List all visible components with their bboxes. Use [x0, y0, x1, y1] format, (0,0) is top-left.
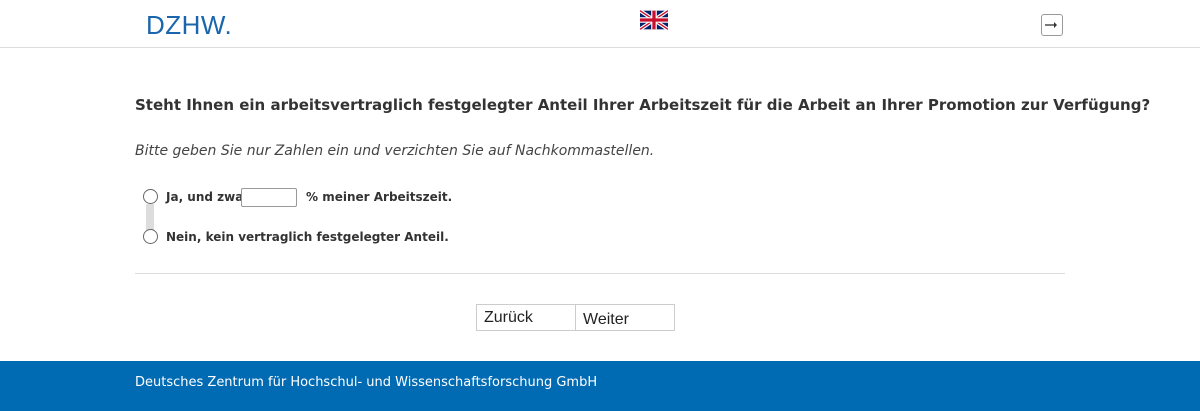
footer-text: Deutsches Zentrum für Hochschul- und Wis… — [135, 375, 598, 390]
question-title: Steht Ihnen ein arbeitsvertraglich festg… — [135, 96, 1151, 114]
option-yes-prefix: Ja, und zwar — [166, 190, 250, 204]
divider — [135, 273, 1065, 274]
dzhw-logo[interactable]: DZHW. — [146, 10, 232, 41]
footer: Deutsches Zentrum für Hochschul- und Wis… — [0, 361, 1200, 411]
logout-button[interactable] — [1041, 14, 1063, 36]
radio-yes[interactable] — [143, 189, 158, 204]
radio-no[interactable] — [143, 229, 158, 244]
question-hint: Bitte geben Sie nur Zahlen ein und verzi… — [135, 143, 655, 159]
percentage-input[interactable] — [241, 188, 297, 207]
back-button[interactable]: Zurück — [476, 304, 576, 331]
option-yes-suffix: % meiner Arbeitszeit. — [306, 190, 453, 204]
next-button[interactable]: Weiter — [575, 304, 675, 331]
uk-flag-icon[interactable] — [640, 10, 668, 30]
option-connector — [146, 204, 154, 230]
logout-icon — [1045, 22, 1057, 28]
header: DZHW. — [0, 0, 1200, 48]
option-no-label: Nein, kein vertraglich festgelegter Ante… — [166, 230, 449, 244]
